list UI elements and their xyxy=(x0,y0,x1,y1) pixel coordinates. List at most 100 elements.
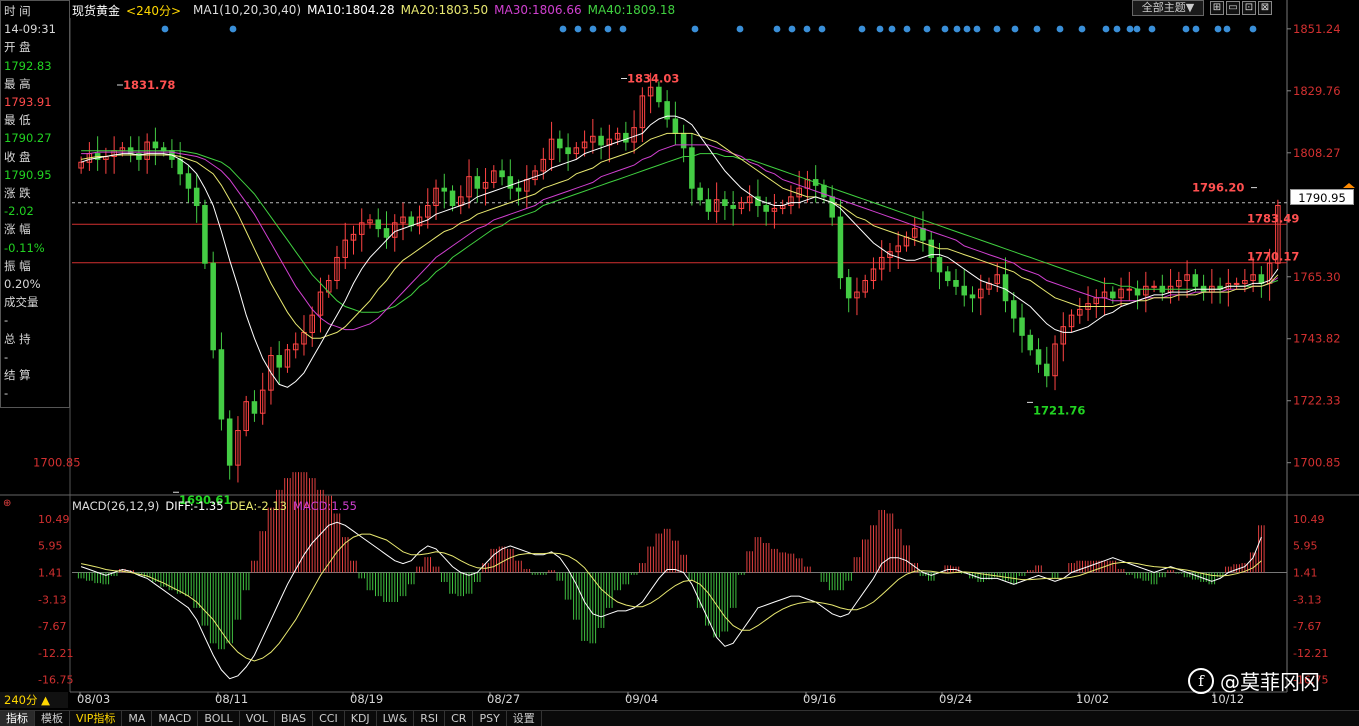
ma30-value: MA30:1806.66 xyxy=(494,3,582,17)
date-label: 09/16 xyxy=(803,692,836,706)
event-dot xyxy=(1133,25,1141,33)
tab-vip指标[interactable]: VIP指标 xyxy=(70,710,123,726)
candle-body xyxy=(499,170,505,178)
event-dot xyxy=(818,25,826,33)
tab-rsi[interactable]: RSI xyxy=(414,710,446,726)
candle-body xyxy=(1258,274,1265,284)
price-annotation: 1783.49 xyxy=(1247,211,1299,225)
candle-body xyxy=(730,205,736,209)
date-label: 10/02 xyxy=(1076,692,1109,706)
info-label: 振 幅 xyxy=(4,258,31,273)
info-value: - xyxy=(4,349,9,364)
candle-body xyxy=(1192,274,1199,287)
event-dot xyxy=(1102,25,1110,33)
window-maximize-button[interactable]: ⊡ xyxy=(1242,1,1256,15)
info-value: - xyxy=(4,386,9,401)
candle-body xyxy=(961,285,968,296)
quote-info-panel: 时 间 14-09:31 开 盘 1792.83 最 高 1793.91 最 低 1790.2… xyxy=(0,0,70,408)
macd-right-tick: 10.49 xyxy=(1293,513,1325,526)
ma40-value: MA40:1809.18 xyxy=(587,3,676,17)
event-dot xyxy=(858,25,866,33)
candle-body xyxy=(689,147,695,189)
ma-indicator-label[interactable]: MA1(10,20,30,40) xyxy=(193,3,301,17)
tab-vol[interactable]: VOL xyxy=(240,710,275,726)
info-label: 最 低 xyxy=(4,113,31,128)
event-dot xyxy=(229,25,237,33)
candle-body xyxy=(656,86,662,103)
candle-body xyxy=(383,228,390,238)
candle-body xyxy=(1233,282,1240,285)
info-value: 14-09:31 xyxy=(4,22,56,37)
tab-psy[interactable]: PSY xyxy=(473,710,507,726)
tab-设置[interactable]: 设置 xyxy=(507,710,542,726)
candle-body xyxy=(936,256,943,273)
candle-body xyxy=(210,262,216,351)
event-dot xyxy=(691,25,699,33)
candle-body xyxy=(474,176,481,189)
window-restore-button[interactable]: ▭ xyxy=(1226,1,1240,15)
price-tick-label: 1743.82 xyxy=(1293,332,1341,346)
candle-body xyxy=(226,418,233,466)
candle-body xyxy=(565,147,571,155)
candle-body xyxy=(185,173,192,189)
macd-left-tick: -7.67 xyxy=(38,620,66,633)
window-close-button[interactable]: ⊠ xyxy=(1258,1,1272,15)
price-annotation: 1831.78 xyxy=(123,78,175,92)
event-dot xyxy=(1113,25,1121,33)
price-tick-label: 1700.85 xyxy=(1293,456,1341,470)
candle-body xyxy=(598,135,604,146)
candle-body xyxy=(697,187,703,201)
tab-bias[interactable]: BIAS xyxy=(275,710,314,726)
event-dot xyxy=(1192,25,1200,33)
layout-grid-button[interactable]: ⊞ xyxy=(1210,1,1224,15)
tab-模板[interactable]: 模板 xyxy=(35,710,70,726)
tab-macd[interactable]: MACD xyxy=(152,710,199,726)
macd-params[interactable]: MACD(26,12,9) xyxy=(72,499,159,513)
period-selector-tab[interactable]: 240分 ▲ xyxy=(0,692,68,708)
macd-right-tick: 1.41 xyxy=(1293,566,1318,579)
price-annotation: 1770.17 xyxy=(1247,250,1299,264)
event-dot xyxy=(604,25,612,33)
price-tick-label: 1722.33 xyxy=(1293,394,1341,408)
chart-header: 现货黄金 <240分> MA1(10,20,30,40) MA10:1804.2… xyxy=(72,2,675,18)
price-tick-label: 1765.30 xyxy=(1293,270,1341,284)
candle-body xyxy=(218,349,225,420)
weibo-logo-icon: f xyxy=(1188,667,1214,694)
candle-body xyxy=(557,138,563,149)
event-dot xyxy=(941,25,949,33)
chart-canvas[interactable]: 1831.781690.611834.031721.761796.201783.… xyxy=(0,0,1359,726)
event-dot xyxy=(876,25,884,33)
event-dot xyxy=(803,25,811,33)
tab-kdj[interactable]: KDJ xyxy=(345,710,377,726)
tab-cr[interactable]: CR xyxy=(445,710,474,726)
tab-cci[interactable]: CCI xyxy=(313,710,345,726)
info-value: 0.20% xyxy=(4,277,41,291)
event-dot xyxy=(1126,25,1134,33)
candle-body xyxy=(1044,363,1050,377)
price-annotation: 1834.03 xyxy=(627,71,679,85)
candle-body xyxy=(507,176,514,189)
ma10-value: MA10:1804.28 xyxy=(307,3,395,17)
event-dot xyxy=(1182,25,1190,33)
event-dot xyxy=(953,25,961,33)
theme-dropdown-button[interactable]: 全部主题▼ xyxy=(1132,0,1204,16)
candle-body xyxy=(1010,300,1017,319)
event-dot xyxy=(1249,25,1257,33)
candle-body xyxy=(251,401,258,414)
tab-lw&[interactable]: LW& xyxy=(377,710,415,726)
tab-boll[interactable]: BOLL xyxy=(198,710,240,726)
candle-body xyxy=(722,199,728,207)
symbol-name[interactable]: 现货黄金 xyxy=(72,2,120,19)
candle-body xyxy=(623,132,629,143)
period-label[interactable]: <240分> xyxy=(126,2,181,19)
tab-指标[interactable]: 指标 xyxy=(0,710,35,726)
candle-body xyxy=(944,271,951,282)
candle-body xyxy=(1151,285,1157,288)
event-dot xyxy=(1078,25,1086,33)
event-dot xyxy=(619,25,627,33)
tab-ma[interactable]: MA xyxy=(122,710,153,726)
macd-left-tick: -16.75 xyxy=(38,674,73,687)
candle-body xyxy=(515,187,522,192)
macd-left-tick: 1.41 xyxy=(38,566,63,579)
info-value: -2.02 xyxy=(4,204,34,219)
